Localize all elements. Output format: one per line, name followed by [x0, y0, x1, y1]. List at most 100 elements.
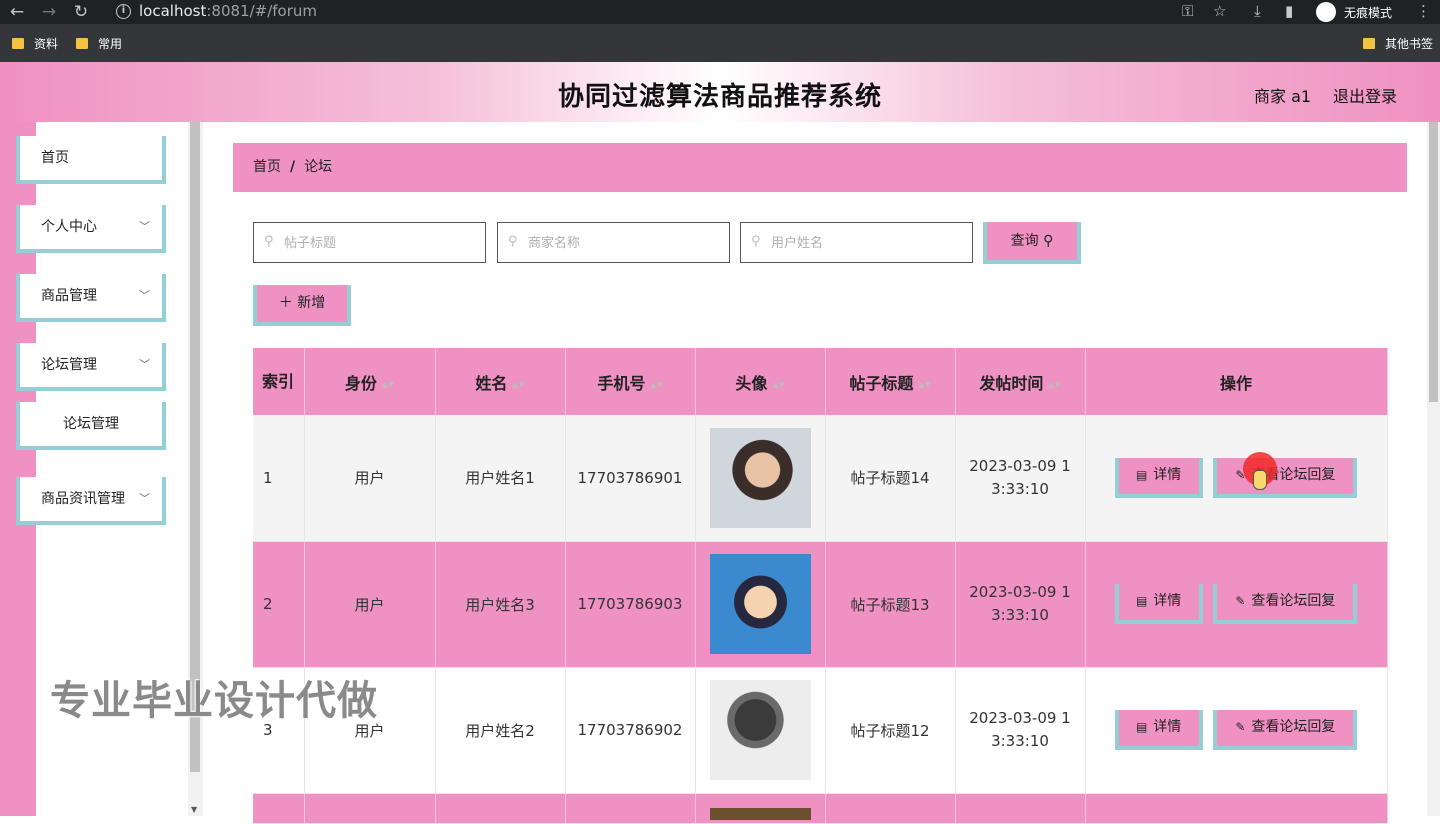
sort-icon[interactable]: ▲▼: [772, 380, 784, 389]
header-name[interactable]: 姓名 ▲▼: [435, 348, 566, 415]
time-line-2: 3:33:10: [991, 732, 1049, 750]
forward-icon[interactable]: →: [36, 0, 62, 24]
detail-button-label: 详情: [1153, 719, 1182, 735]
chevron-down-icon: ﹀: [139, 492, 150, 505]
cell-index: 1: [253, 415, 305, 542]
watermark: 专业毕业设计代做: [50, 678, 378, 724]
search-icon: ⚲: [1043, 233, 1054, 249]
detail-button[interactable]: ▤ 详情: [1114, 584, 1203, 624]
page-title: 协同过滤算法商品推荐系统: [557, 82, 882, 112]
cell-role: 用户: [304, 541, 436, 668]
hand-cursor-icon: [1253, 470, 1267, 490]
cell-post-time: 2023-03-09 1 3:33:10: [955, 541, 1086, 668]
header-phone[interactable]: 手机号 ▲▼: [565, 348, 696, 415]
header-label: 姓名: [475, 373, 508, 393]
view-replies-label: 查看论坛回复: [1251, 719, 1336, 735]
chevron-down-icon: ﹀: [139, 358, 150, 371]
header-actions: 操作: [1085, 348, 1388, 415]
folder-icon: [12, 38, 24, 49]
incognito-icon[interactable]: [1316, 2, 1336, 22]
cell-post-time: 2023-03-09 1 3:33:10: [955, 415, 1086, 542]
logout-link[interactable]: 退出登录: [1333, 83, 1397, 107]
forum-table: 索引 身份 ▲▼ 姓名 ▲▼ 手机号 ▲▼ 头像 ▲▼ 帖子标题 ▲▼ 发帖时间 ▲▼ 操作…: [253, 348, 1388, 824]
sidepanel-icon[interactable]: ▮: [1285, 2, 1293, 20]
sidebar-item-label: 商品资讯管理: [41, 491, 125, 507]
header-post-time[interactable]: 发帖时间 ▲▼: [955, 348, 1086, 415]
site-info-icon[interactable]: i: [116, 4, 131, 19]
sidebar-item-product-management[interactable]: 商品管理 ﹀: [16, 274, 166, 322]
back-icon[interactable]: ←: [4, 0, 30, 24]
cell-index: [253, 793, 305, 824]
url-path: :8081/#/forum: [206, 2, 317, 20]
sidebar-item-label: 论坛管理: [63, 416, 119, 432]
cell-avatar: [695, 415, 826, 542]
key-icon[interactable]: ⚿: [1182, 2, 1193, 20]
url-text[interactable]: localhost:8081/#/forum: [139, 2, 317, 20]
detail-button[interactable]: ▤ 详情: [1114, 710, 1203, 750]
cell-index: 2: [253, 541, 305, 668]
breadcrumb-separator: /: [290, 159, 296, 175]
merchant-name-input[interactable]: [528, 233, 718, 253]
header-role[interactable]: 身份 ▲▼: [304, 348, 436, 415]
bookmark-label: 资料: [34, 37, 59, 51]
cell-role: [304, 793, 436, 824]
breadcrumb-home[interactable]: 首页: [253, 159, 281, 175]
sidebar-item-home[interactable]: 首页: [16, 136, 166, 184]
view-replies-button[interactable]: ✎ 查看论坛回复: [1213, 584, 1358, 624]
detail-button[interactable]: ▤ 详情: [1114, 457, 1203, 498]
cell-actions: ▤ 详情 ✎ 查看论坛回复: [1085, 541, 1388, 668]
header-avatar[interactable]: 头像 ▲▼: [695, 348, 826, 415]
bookmark-item-1[interactable]: 常用: [76, 35, 122, 52]
table-row: 1 用户 用户姓名1 17703786901 帖子标题14 2023-03-09…: [253, 415, 1388, 542]
sort-icon[interactable]: ▲▼: [512, 380, 524, 389]
cell-name: 用户姓名2: [435, 667, 566, 794]
download-icon[interactable]: ⤓: [1254, 2, 1261, 20]
sort-icon[interactable]: ▲▼: [382, 380, 394, 389]
sort-icon[interactable]: ▲▼: [650, 380, 662, 389]
post-title-input[interactable]: [284, 233, 474, 253]
cell-phone: [565, 793, 696, 824]
cell-name: [435, 793, 566, 824]
table-row: 2 用户 用户姓名3 17703786903 帖子标题13 2023-03-09…: [253, 541, 1388, 668]
scrollbar-thumb[interactable]: [1429, 122, 1438, 402]
cell-actions: ▤ 详情 ✎ 查看论坛回复: [1085, 667, 1388, 794]
view-replies-button[interactable]: ✎ 查看论坛回复: [1213, 457, 1358, 498]
search-icon: ⚲: [264, 234, 274, 249]
view-replies-button[interactable]: ✎ 查看论坛回复: [1213, 710, 1358, 750]
cell-phone: 17703786901: [565, 415, 696, 542]
page-scrollbar[interactable]: [1427, 122, 1440, 816]
cell-post-time: 2023-03-09 1 3:33:10: [955, 667, 1086, 794]
header-post-title[interactable]: 帖子标题 ▲▼: [825, 348, 956, 415]
query-button[interactable]: 查询 ⚲: [983, 222, 1081, 264]
sidebar-item-forum-management[interactable]: 论坛管理 ﹀: [16, 343, 166, 391]
header-label: 身份: [344, 373, 377, 393]
menu-icon[interactable]: ⋮: [1416, 2, 1431, 20]
folder-icon: [76, 38, 88, 49]
cell-avatar: [695, 667, 826, 794]
sidebar-item-label: 首页: [41, 150, 69, 166]
cell-name: 用户姓名1: [435, 415, 566, 542]
bookmark-item-0[interactable]: 资料: [12, 35, 58, 52]
cell-name: 用户姓名3: [435, 541, 566, 668]
post-title-search[interactable]: ⚲: [253, 222, 486, 263]
star-icon[interactable]: ☆: [1213, 2, 1226, 20]
edit-icon: ✎: [1235, 594, 1246, 608]
sort-icon[interactable]: ▲▼: [1048, 380, 1060, 389]
header-label: 帖子标题: [849, 373, 914, 393]
user-name-input[interactable]: [771, 233, 961, 253]
add-button[interactable]: ＋ 新增: [253, 285, 351, 326]
sidebar-subitem-forum-management[interactable]: 论坛管理: [16, 402, 166, 450]
scroll-down-arrow-icon[interactable]: ▼: [191, 805, 197, 814]
header-label: 索引: [262, 371, 295, 391]
table-row: 3 用户 用户姓名2 17703786902 帖子标题12 2023-03-09…: [253, 667, 1388, 794]
header-label: 发帖时间: [979, 373, 1044, 393]
sidebar-item-personal-center[interactable]: 个人中心 ﹀: [16, 205, 166, 253]
other-bookmarks[interactable]: 其他书签: [1363, 35, 1433, 52]
merchant-name-search[interactable]: ⚲: [497, 222, 730, 263]
cell-avatar: [695, 793, 826, 824]
sidebar-item-product-news-management[interactable]: 商品资讯管理 ﹀: [16, 477, 166, 525]
user-name-search[interactable]: ⚲: [740, 222, 973, 263]
sidebar-item-label: 商品管理: [41, 288, 97, 304]
sort-icon[interactable]: ▲▼: [918, 380, 930, 389]
reload-icon[interactable]: ↻: [68, 0, 94, 24]
